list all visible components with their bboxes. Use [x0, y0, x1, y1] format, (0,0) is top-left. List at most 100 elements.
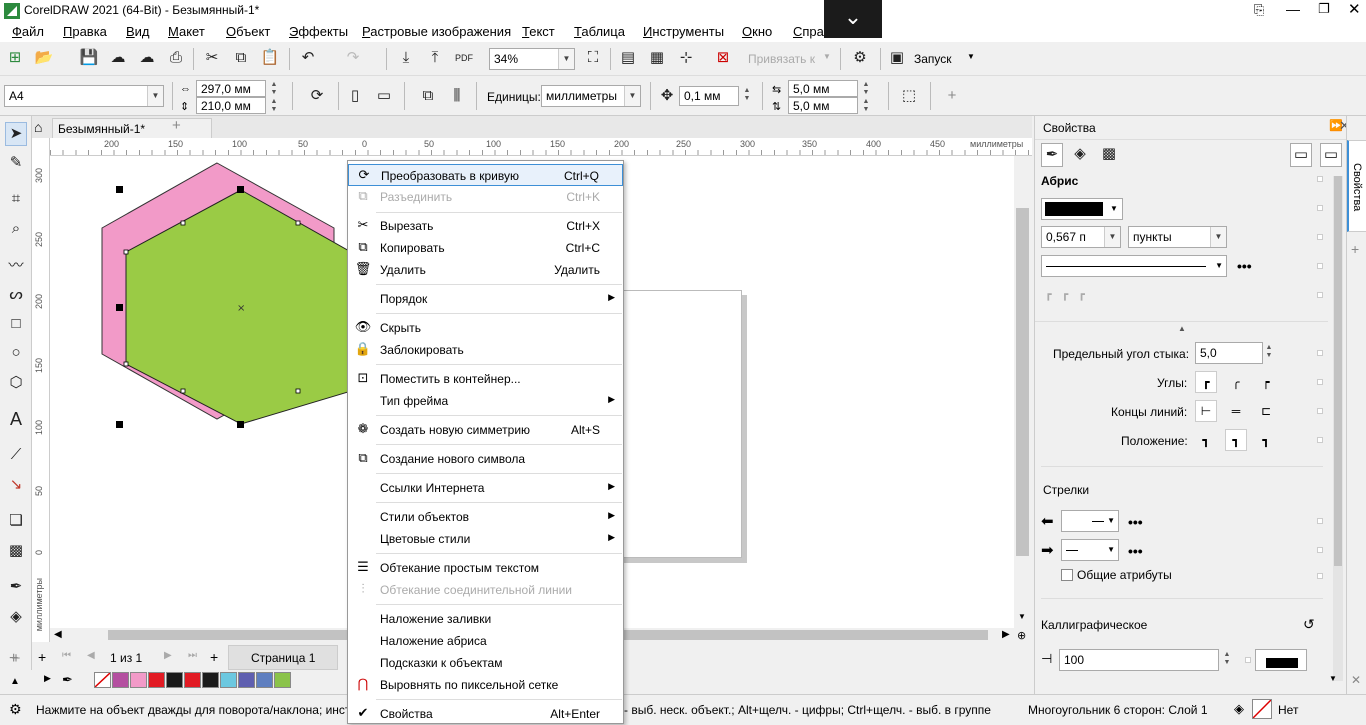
reset-icon[interactable]: ↺ [1303, 616, 1315, 633]
pin-marker[interactable] [1317, 437, 1323, 443]
close-button[interactable]: ✕ [1348, 0, 1361, 18]
snap-dropdown-icon[interactable]: ▼ [823, 52, 831, 61]
menu-tools[interactable]: Инструменты [643, 24, 724, 39]
menu-object-hints[interactable]: Подсказки к объектам [348, 652, 623, 674]
artistic-media-icon[interactable]: ᔕ [5, 284, 27, 306]
menu-window[interactable]: Окно [742, 24, 772, 39]
pin-marker[interactable] [1317, 176, 1323, 182]
ellipse-tool-icon[interactable]: ○ [5, 342, 27, 364]
pin-marker[interactable] [1245, 657, 1251, 663]
next-page-icon[interactable]: ▶ [164, 650, 172, 661]
page-tab[interactable]: Страница 1 [228, 645, 338, 670]
pdf-export-icon[interactable]: PDF [453, 47, 475, 69]
zoom-tool-icon[interactable]: ⌕ [5, 218, 27, 240]
palette-expand-icon[interactable]: ▲ [10, 676, 20, 687]
start-arrow-more-icon[interactable]: ••• [1128, 514, 1143, 530]
snap-to-label[interactable]: Привязать к [748, 52, 815, 66]
add-page-before-icon[interactable]: + [38, 649, 46, 665]
duplicate-x-field[interactable]: 5,0 мм [788, 80, 858, 97]
stretch-spinner[interactable]: ▲ ▼ [1221, 651, 1233, 667]
menu-copy[interactable]: ⧉ Копировать Ctrl+C [348, 237, 623, 259]
pin-marker[interactable] [1317, 518, 1323, 524]
menu-cut[interactable]: ✂ Вырезать Ctrl+X [348, 215, 623, 237]
color-swatch[interactable] [256, 672, 273, 688]
pin-marker[interactable] [1317, 408, 1323, 414]
menu-lock[interactable]: 🔒 Заблокировать [348, 339, 623, 361]
minimize-button[interactable]: — [1286, 1, 1300, 17]
square-cap-button[interactable]: ⊏ [1255, 400, 1277, 422]
drop-shadow-icon[interactable]: ❏ [5, 510, 27, 532]
first-page-icon[interactable]: ⏮ [62, 650, 71, 661]
fill-indicator-icon[interactable]: ◈ [1234, 701, 1244, 717]
home-icon[interactable]: ⌂ [34, 119, 42, 135]
round-cap-button[interactable]: ═ [1225, 400, 1247, 422]
page-width-field[interactable]: 297,0 мм [196, 80, 266, 97]
butt-cap-button[interactable]: ⊢ [1195, 400, 1217, 422]
interactive-fill-icon[interactable]: ◈ [5, 606, 27, 628]
no-color-swatch[interactable] [94, 672, 111, 688]
color-swatch[interactable] [238, 672, 255, 688]
full-screen-icon[interactable]: ⛶ [582, 47, 604, 69]
more-options-icon[interactable]: ••• [1237, 258, 1252, 274]
launch-label[interactable]: Запуск [914, 52, 952, 66]
round-corner-button[interactable]: ╭ [1225, 371, 1247, 393]
frame-alt-icon[interactable]: ▭ [1320, 143, 1342, 167]
vertical-ruler[interactable]: 300 250 200 150 100 50 0 миллиметры [32, 138, 50, 642]
polygon-tool-icon[interactable]: ⬡ [5, 372, 27, 394]
menu-table[interactable]: Таблица [574, 24, 625, 39]
inside-position-button[interactable]: ┓ [1255, 429, 1277, 451]
current-page-icon[interactable]: ⫼ [446, 85, 468, 107]
end-arrow-more-icon[interactable]: ••• [1128, 543, 1143, 559]
add-tool-bottom-icon[interactable]: + [9, 650, 18, 668]
add-page-after-icon[interactable]: + [210, 649, 218, 665]
duplicate-y-field[interactable]: 5,0 мм [788, 97, 858, 114]
zoom-combo[interactable]: 34% ▼ [489, 48, 575, 70]
menu-object-styles[interactable]: Стили объектов ▶ [348, 506, 623, 528]
scroll-down-icon[interactable]: ▼ [1018, 612, 1026, 621]
shape-tool-icon[interactable]: ✎ [5, 152, 27, 174]
pin-marker[interactable] [1317, 205, 1323, 211]
landscape-icon[interactable]: ▭ [373, 85, 395, 107]
docker-scrollbar[interactable] [1333, 176, 1343, 681]
menu-new-symmetry[interactable]: ❁ Создать новую симметрию Alt+S [348, 419, 623, 441]
menu-delete[interactable]: 🗑 Удалить Удалить [348, 259, 623, 281]
portrait-icon[interactable]: ▯ [344, 85, 366, 107]
paste-icon[interactable]: 📋 [259, 47, 281, 69]
launch-icon[interactable]: ▣ [886, 47, 908, 69]
pin-icon[interactable]: ⎘ [1254, 2, 1264, 18]
menu-break-apart[interactable]: ⧉ Разъединить Ctrl+K [348, 186, 623, 208]
nudge-field[interactable]: 0,1 мм [679, 86, 739, 106]
transparency-icon[interactable]: ▩ [5, 540, 27, 562]
shared-attributes-checkbox[interactable] [1061, 569, 1073, 581]
miter-corner-button[interactable]: ┏ [1195, 371, 1217, 393]
guidelines-icon[interactable]: ⊹ [675, 47, 697, 69]
menu-powerclip[interactable]: ⊡ Поместить в контейнер... [348, 368, 623, 390]
new-document-icon[interactable]: ⊞ [4, 47, 26, 69]
menu-text[interactable]: Текст [522, 24, 555, 39]
pin-marker[interactable] [1317, 379, 1323, 385]
add-docker-icon[interactable]: + [1351, 241, 1359, 257]
menu-bitmaps[interactable]: Растровые изображения [362, 24, 511, 39]
menu-layout[interactable]: Макет [168, 24, 205, 39]
color-swatch[interactable] [112, 672, 129, 688]
gear-icon[interactable]: ⚙ [9, 701, 22, 718]
pin-marker[interactable] [1317, 234, 1323, 240]
outline-color-picker[interactable]: ▼ [1041, 198, 1123, 220]
menu-wrap-text[interactable]: ☰ Обтекание простым текстом [348, 557, 623, 579]
vertical-scrollbar[interactable]: ▼ [1014, 156, 1032, 628]
pin-marker[interactable] [1317, 547, 1323, 553]
menu-order[interactable]: Порядок ▶ [348, 288, 623, 310]
miter-spinner[interactable]: ▲ ▼ [1263, 344, 1275, 360]
menu-convert-to-curves[interactable]: ⟳ Преобразовать в кривую Ctrl+Q [348, 164, 623, 186]
outline-units-combo[interactable]: пункты ▼ [1128, 226, 1227, 248]
pin-marker[interactable] [1317, 350, 1323, 356]
palette-scroll-left-icon[interactable]: ▶ [44, 673, 51, 684]
document-tab[interactable]: Безымянный-1* [52, 118, 212, 138]
freehand-tool-icon[interactable]: 〰 [5, 255, 27, 277]
last-page-icon[interactable]: ⏭ [188, 650, 197, 661]
outline-tab-icon[interactable]: ✒ [1041, 143, 1063, 167]
page-height-field[interactable]: 210,0 мм [196, 97, 266, 114]
prev-page-icon[interactable]: ◀ [87, 650, 95, 661]
fill-tab-icon[interactable]: ◈ [1069, 143, 1091, 165]
snap-off-icon[interactable]: ⊠ [712, 47, 734, 69]
